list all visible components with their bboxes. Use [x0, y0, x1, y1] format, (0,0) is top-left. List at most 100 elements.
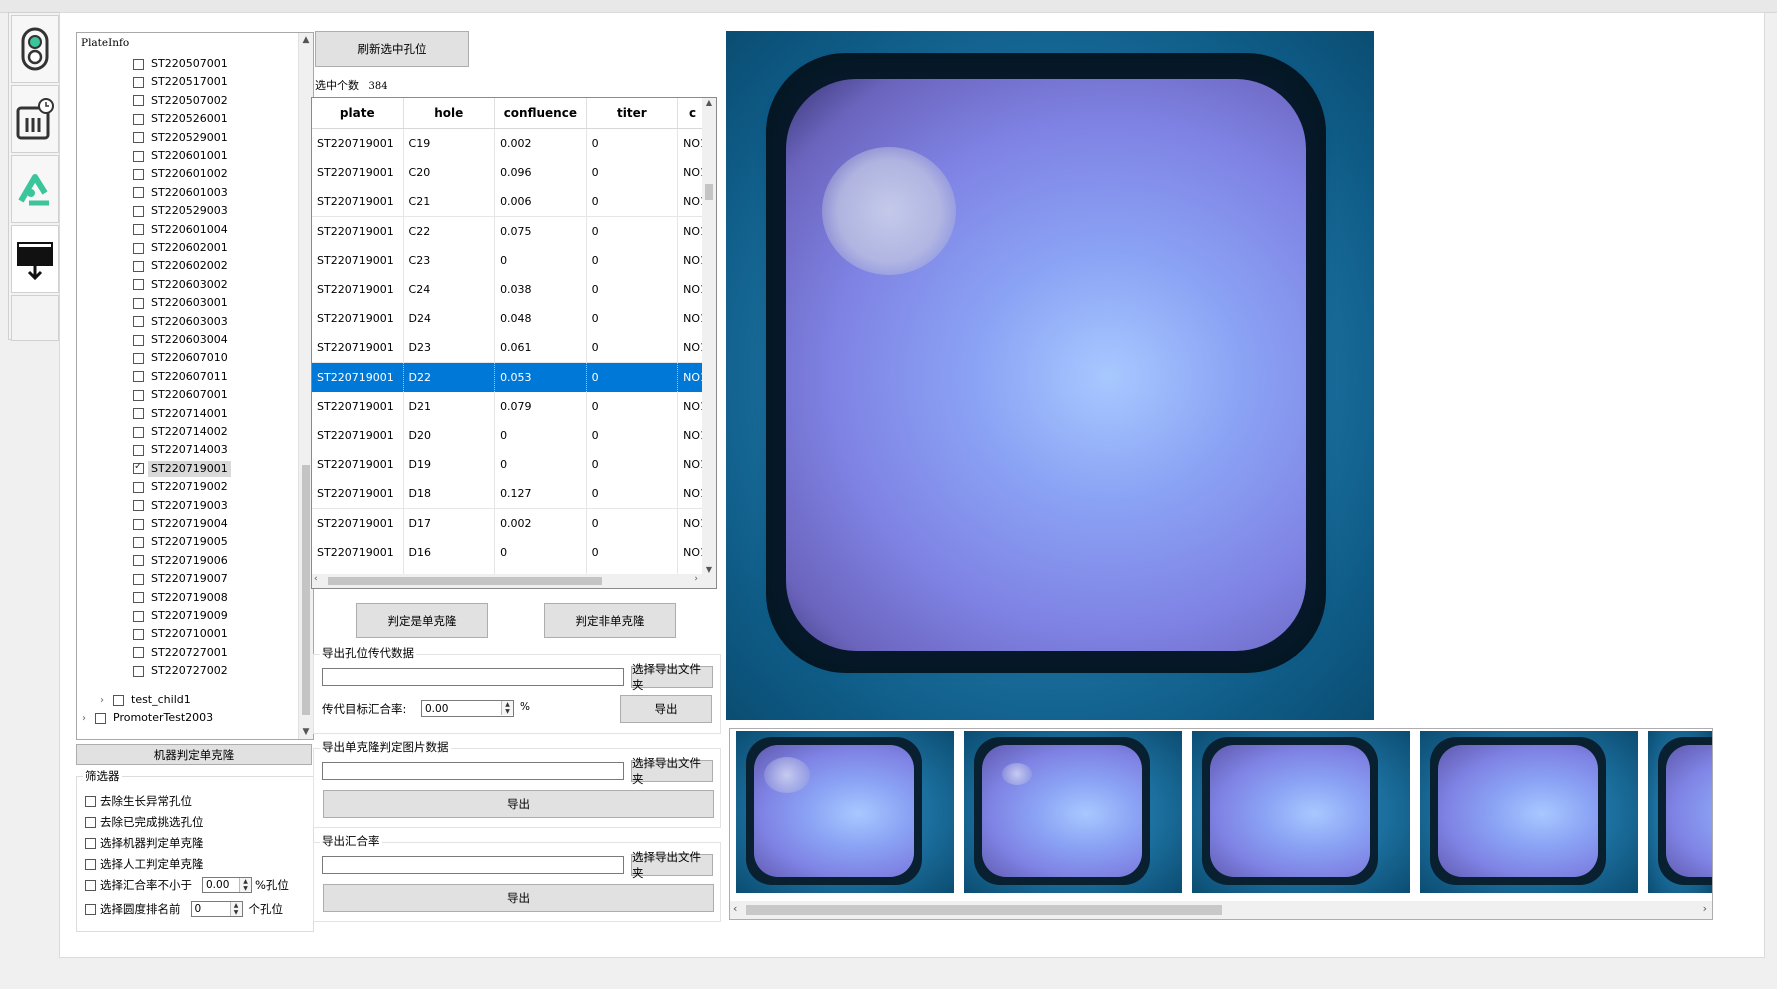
column-header-confluence[interactable]: confluence — [495, 98, 587, 128]
table-row[interactable]: ST220719001 C24 0.038 0 NO1 — [312, 275, 708, 305]
plate-checkbox[interactable] — [133, 352, 144, 364]
tree-item-plate[interactable]: ST220603002 — [133, 276, 313, 294]
plate-checkbox[interactable] — [133, 555, 144, 567]
plate-checkbox[interactable] — [133, 592, 144, 604]
tree-item-plate[interactable]: ST220507002 — [133, 92, 313, 110]
cell-confluence[interactable]: 0.053 — [495, 362, 587, 392]
cell-plate[interactable]: ST220719001 — [312, 508, 404, 538]
confluence-path-input[interactable] — [322, 856, 624, 874]
plate-checkbox[interactable] — [133, 389, 144, 401]
plate-checkbox[interactable] — [133, 242, 144, 254]
table-row[interactable]: ST220719001 C22 0.075 0 NO1 — [312, 216, 708, 247]
cell-plate[interactable]: ST220719001 — [312, 275, 404, 304]
plate-checkbox[interactable] — [133, 297, 144, 309]
target-confluence-spinbox[interactable]: 0.00 ▲ ▼ — [421, 700, 514, 717]
scroll-left-icon[interactable]: ‹ — [314, 574, 318, 584]
tree-item-plate[interactable]: ST220529003 — [133, 202, 313, 220]
toolbar-button-plates[interactable] — [11, 85, 59, 153]
toolbar-button-empty[interactable] — [11, 295, 59, 341]
plate-checkbox[interactable] — [133, 316, 144, 328]
filter-checkbox[interactable] — [85, 858, 96, 870]
plate-checkbox[interactable] — [133, 132, 144, 144]
table-row[interactable]: ST220719001 D16 0 0 NO1 — [312, 537, 708, 568]
confluence-spinbox[interactable]: 0.00 ▲ ▼ — [202, 877, 252, 893]
filter-checkbox[interactable] — [85, 837, 96, 849]
filter-manual-single[interactable]: 选择人工判定单克隆 — [85, 856, 204, 872]
cell-hole[interactable]: D23 — [404, 333, 496, 363]
cell-hole[interactable]: D22 — [404, 362, 496, 392]
cell-plate[interactable]: ST220719001 — [312, 537, 404, 567]
plate-checkbox[interactable] — [133, 647, 144, 659]
cell-titer[interactable]: 0 — [587, 158, 679, 188]
plate-checkbox[interactable] — [133, 260, 144, 272]
plate-checkbox[interactable] — [133, 408, 144, 420]
tree-item-plate[interactable]: ST220719005 — [133, 533, 313, 551]
tree-item-plate[interactable]: ST220602001 — [133, 239, 313, 257]
cell-titer[interactable]: 0 — [587, 508, 679, 538]
plate-checkbox[interactable] — [133, 279, 144, 291]
plate-checkbox[interactable] — [133, 205, 144, 217]
cell-confluence[interactable]: 0.075 — [495, 216, 587, 246]
cell-hole[interactable]: C23 — [404, 245, 496, 275]
tree-item-plate[interactable]: ST220507001 — [133, 55, 313, 73]
chevron-right-icon[interactable]: › — [97, 695, 107, 706]
plate-checkbox[interactable] — [133, 610, 144, 622]
plate-checkbox[interactable] — [133, 168, 144, 180]
table-row[interactable]: ST220719001 D21 0.079 0 NO1 — [312, 391, 708, 422]
tree-item-plate[interactable]: ST220727001 — [133, 644, 313, 662]
tree-item-plate[interactable]: ST220719007 — [133, 570, 313, 588]
toolbar-button-pick[interactable] — [11, 155, 59, 223]
cell-confluence[interactable]: 0.096 — [495, 158, 587, 188]
tree-item-plate[interactable]: ST220603004 — [133, 331, 313, 349]
tree-item-plate[interactable]: ST220607010 — [133, 349, 313, 367]
plate-checkbox[interactable] — [133, 187, 144, 199]
images-choose-folder-button[interactable]: 选择导出文件夹 — [631, 756, 713, 786]
cell-titer[interactable]: 0 — [587, 216, 679, 246]
plate-checkbox[interactable] — [133, 224, 144, 236]
cell-plate[interactable]: ST220719001 — [312, 479, 404, 509]
table-row[interactable]: ST220719001 D18 0.127 0 NO1 — [312, 479, 708, 510]
plate-checkbox[interactable] — [133, 461, 144, 475]
toolbar-button-export[interactable] — [11, 225, 59, 293]
table-row[interactable]: ST220719001 D24 0.048 0 NO1 — [312, 304, 708, 335]
roundness-spinbox[interactable]: 0 ▲ ▼ — [190, 901, 243, 917]
cell-confluence[interactable]: 0.006 — [495, 187, 587, 217]
tree-item-plate[interactable]: ST220601001 — [133, 147, 313, 165]
cell-confluence[interactable]: 0.127 — [495, 479, 587, 509]
tree-item-plate[interactable]: ST220714003 — [133, 441, 313, 459]
tree-item-plate[interactable]: ST220602002 — [133, 257, 313, 275]
filter-roundness-rank[interactable]: 选择圆度排名前 0 ▲ ▼ 个孔位 — [85, 901, 283, 917]
tree-node-checkbox[interactable] — [113, 694, 124, 706]
cell-plate[interactable]: ST220719001 — [312, 304, 404, 334]
plate-checkbox[interactable] — [133, 113, 144, 125]
table-row[interactable]: ST220719001 C23 0 0 NO1 — [312, 245, 708, 276]
cell-confluence[interactable]: 0.061 — [495, 333, 587, 363]
table-row[interactable]: ST220719001 C19 0.002 0 NO1 — [312, 129, 708, 159]
tree-item-plate[interactable]: ST220603003 — [133, 313, 313, 331]
tree-item-plate[interactable]: ST220603001 — [133, 294, 313, 312]
cell-hole[interactable]: C22 — [404, 216, 496, 246]
images-export-button[interactable]: 导出 — [323, 790, 714, 818]
cell-hole[interactable]: D17 — [404, 508, 496, 538]
table-row[interactable]: ST220719001 D17 0.002 0 NO1 — [312, 508, 708, 539]
cell-titer[interactable]: 0 — [587, 450, 679, 480]
cell-plate[interactable]: ST220719001 — [312, 245, 404, 275]
cell-titer[interactable]: 0 — [587, 129, 679, 158]
thumbnail-image[interactable] — [736, 731, 954, 893]
plate-checkbox[interactable] — [133, 665, 144, 677]
filter-machine-single[interactable]: 选择机器判定单克隆 — [85, 835, 204, 851]
scroll-down-icon[interactable]: ▼ — [702, 565, 716, 574]
plate-checkbox[interactable] — [133, 426, 144, 438]
filter-remove-picked[interactable]: 去除已完成挑选孔位 — [85, 814, 204, 830]
thumbnail-image[interactable] — [1420, 731, 1638, 893]
toolbar-button-cells[interactable] — [11, 15, 59, 83]
cell-confluence[interactable]: 0 — [495, 537, 587, 567]
table-row[interactable]: ST220719001 C21 0.006 0 NO1 — [312, 187, 708, 218]
refresh-selected-button[interactable]: 刷新选中孔位 — [315, 31, 469, 67]
plate-checkbox[interactable] — [133, 444, 144, 456]
plate-checkbox[interactable] — [133, 573, 144, 585]
tree-item-plate[interactable]: ST220719001 — [133, 460, 313, 478]
plate-checkbox[interactable] — [133, 518, 144, 530]
scroll-thumb[interactable] — [705, 184, 713, 200]
cell-confluence[interactable]: 0.002 — [495, 508, 587, 538]
